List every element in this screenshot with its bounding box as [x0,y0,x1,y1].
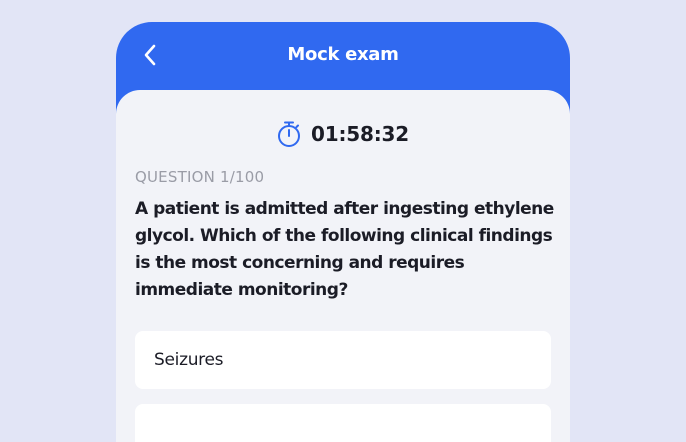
stopwatch-icon [278,121,301,147]
exam-timer: 01:58:32 [116,120,570,148]
question-number: QUESTION 1/100 [135,168,265,186]
timer-value: 01:58:32 [311,122,409,146]
exam-content: 01:58:32 QUESTION 1/100 A patient is adm… [116,90,570,442]
answer-option[interactable]: Seizures [135,331,551,389]
answer-option-label: Seizures [154,350,224,370]
phone-screen: Mock exam 01:58:32 QUESTION 1/100 A pati… [116,22,570,442]
page-title: Mock exam [287,44,399,65]
answer-option[interactable] [135,404,551,442]
app-header: Mock exam [116,22,570,92]
question-text: A patient is admitted after ingesting et… [135,199,554,300]
